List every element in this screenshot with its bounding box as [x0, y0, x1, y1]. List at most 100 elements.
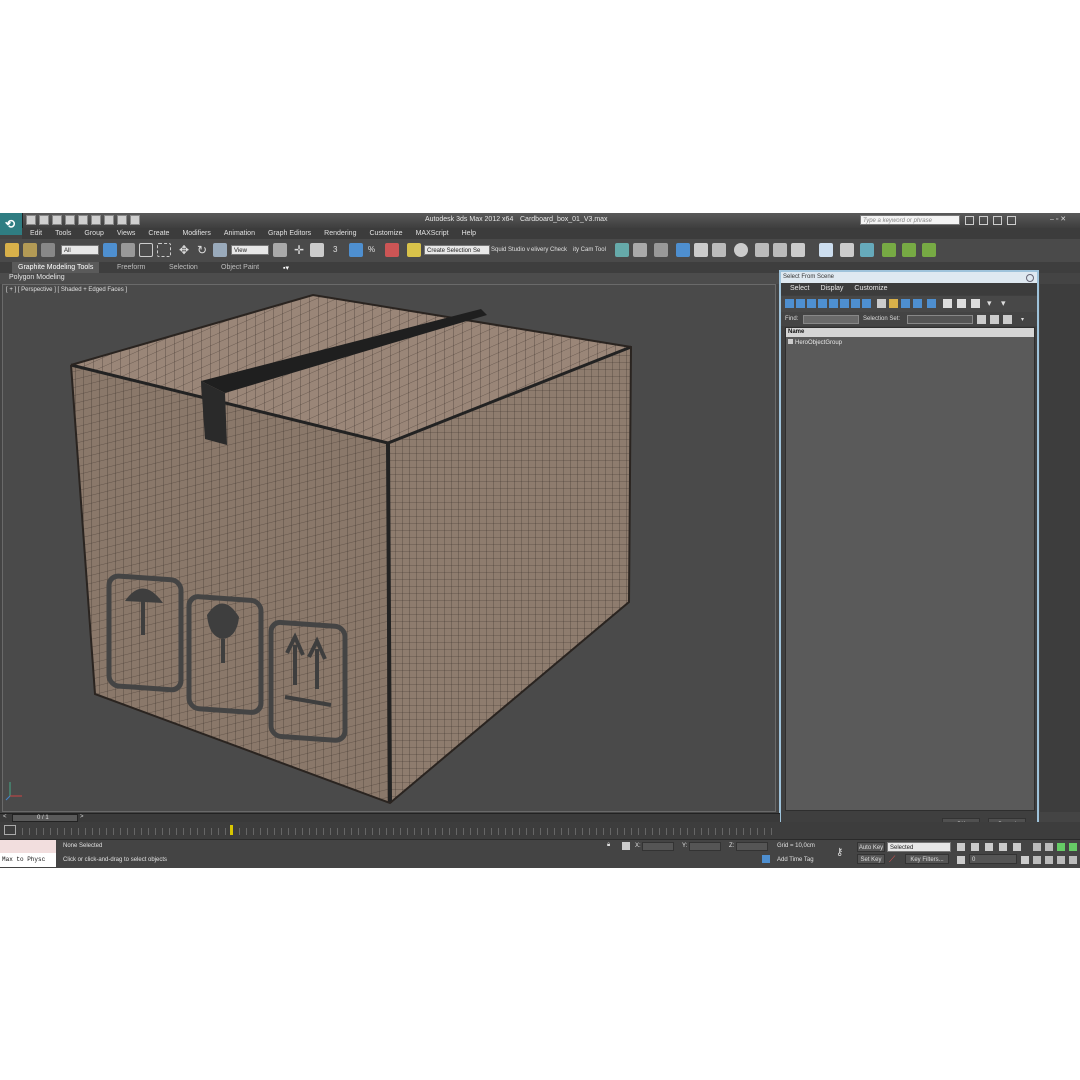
menu-animation[interactable]: Animation — [224, 228, 255, 239]
bind-spacewarp-icon[interactable] — [41, 243, 55, 257]
rendered-frame-icon[interactable] — [773, 243, 787, 257]
auto-key-mode-dropdown[interactable]: Selected — [887, 842, 951, 852]
dialog-menu-select[interactable]: Select — [790, 283, 809, 295]
go-to-end-icon[interactable] — [1013, 843, 1021, 851]
redo-icon[interactable] — [78, 215, 88, 225]
perspective-viewport[interactable] — [2, 284, 776, 812]
lock-selection-icon[interactable]: 🔒︎ — [607, 842, 610, 849]
align-icon[interactable] — [633, 243, 647, 257]
next-frame-icon[interactable] — [999, 843, 1007, 851]
tab-object-paint[interactable]: Object Paint — [221, 264, 259, 271]
default-in-out-tangent-icon[interactable]: ⟋ — [889, 854, 895, 865]
menu-create[interactable]: Create — [148, 228, 169, 239]
unity-cam-tool-button[interactable]: ity Cam Tool — [573, 247, 606, 253]
angle-snap-icon[interactable] — [349, 243, 363, 257]
go-to-start-icon[interactable] — [957, 843, 965, 851]
unlink-icon[interactable] — [23, 243, 37, 257]
menu-customize[interactable]: Customize — [369, 228, 402, 239]
display-containers-icon[interactable] — [889, 299, 898, 308]
reference-coord-dropdown[interactable]: View — [231, 245, 269, 255]
transform-icon[interactable] — [860, 243, 874, 257]
selection-filter-dropdown[interactable]: All — [61, 245, 99, 255]
select-by-name-icon[interactable] — [121, 243, 135, 257]
select-invert-icon[interactable] — [957, 299, 966, 308]
display-groups-icon[interactable] — [851, 299, 860, 308]
render-teapot-icon[interactable] — [791, 243, 805, 257]
cardboard-box-model[interactable] — [3, 285, 775, 811]
time-slider-next-icon[interactable]: > — [80, 814, 84, 820]
display-bones-icon[interactable] — [877, 299, 886, 308]
menu-group[interactable]: Group — [84, 228, 103, 239]
named-selection-dropdown[interactable]: Create Selection Se — [424, 245, 490, 255]
project-icon[interactable] — [91, 215, 101, 225]
keyboard-shortcut-icon[interactable] — [310, 243, 324, 257]
set-key-button[interactable]: Set Key — [857, 854, 885, 864]
selection-set-dropdown[interactable] — [907, 315, 973, 324]
curve-editor-icon[interactable] — [694, 243, 708, 257]
previous-frame-icon[interactable] — [971, 843, 979, 851]
selection-set-remove-icon[interactable] — [1003, 315, 1012, 324]
display-lights-icon[interactable] — [807, 299, 816, 308]
selection-set-add-icon[interactable] — [990, 315, 999, 324]
window2-icon[interactable] — [117, 215, 127, 225]
zoom-all-icon[interactable] — [1045, 843, 1053, 851]
list-item[interactable]: HeroObjectGroup — [788, 339, 842, 346]
display-spacewarps-icon[interactable] — [840, 299, 849, 308]
key-filters-button[interactable]: Key Filters... — [905, 854, 949, 864]
display-geometry-icon[interactable] — [785, 299, 794, 308]
time-configuration-icon[interactable] — [1021, 856, 1029, 864]
star-icon[interactable] — [993, 216, 1002, 225]
polygon-modeling-panel[interactable]: Polygon Modeling — [9, 274, 65, 281]
time-slider-thumb[interactable]: 0 / 1 — [12, 814, 78, 822]
select-none-icon[interactable] — [943, 299, 952, 308]
field-of-view-icon[interactable] — [1033, 856, 1041, 864]
zoom-icon[interactable] — [1033, 843, 1041, 851]
render-setup-icon[interactable] — [755, 243, 769, 257]
material-editor-icon[interactable] — [734, 243, 748, 257]
plugin-icon-3[interactable] — [922, 243, 936, 257]
link-icon[interactable] — [5, 243, 19, 257]
dialog-menu-display[interactable]: Display — [820, 283, 843, 295]
time-tag-icon[interactable] — [762, 855, 770, 863]
display-cameras-icon[interactable] — [818, 299, 827, 308]
group-icon[interactable] — [840, 243, 854, 257]
open-icon[interactable] — [39, 215, 49, 225]
search-input[interactable]: Type a keyword or phrase — [860, 215, 960, 225]
app-logo[interactable]: ⟲ — [0, 213, 23, 235]
save-icon[interactable] — [52, 215, 62, 225]
percent-snap[interactable]: % — [368, 245, 375, 254]
tab-selection[interactable]: Selection — [169, 264, 198, 271]
scale-icon[interactable] — [213, 243, 227, 257]
menu-modifiers[interactable]: Modifiers — [182, 228, 210, 239]
time-slider-prev-icon[interactable]: < — [3, 814, 7, 820]
container-icon[interactable] — [819, 243, 833, 257]
name-column-header[interactable]: Name — [786, 328, 1034, 337]
menu-tools[interactable]: Tools — [55, 228, 71, 239]
rect-selection-icon[interactable] — [139, 243, 153, 257]
rotate-icon[interactable]: ↻ — [195, 243, 209, 257]
toolbar-overflow-icon[interactable]: ▾ — [1021, 316, 1024, 323]
spinner-snap-icon[interactable] — [385, 243, 399, 257]
new-icon[interactable] — [26, 215, 36, 225]
key-mode-icon[interactable] — [957, 856, 965, 864]
y-coordinate-field[interactable] — [689, 842, 721, 851]
selection-set-edit-icon[interactable] — [977, 315, 986, 324]
display-frozen-icon[interactable] — [901, 299, 910, 308]
mini-curve-editor-icon[interactable] — [4, 825, 16, 835]
move-icon[interactable]: ✥ — [177, 243, 191, 257]
squid-studio-button[interactable]: Squid Studio v — [491, 247, 530, 253]
key-marker[interactable] — [230, 825, 233, 835]
window-controls[interactable]: – ▫ ✕ — [1050, 215, 1066, 223]
help-icon[interactable] — [1007, 216, 1016, 225]
menu-maxscript[interactable]: MAXScript — [416, 228, 449, 239]
display-helpers-icon[interactable] — [829, 299, 838, 308]
maxscript-mini-listener[interactable]: Max to Physc — [0, 853, 56, 867]
pan-icon[interactable] — [1045, 856, 1053, 864]
edit-named-selection-icon[interactable] — [407, 243, 421, 257]
graphite-toggle-icon[interactable] — [676, 243, 690, 257]
sync-selection-icon[interactable] — [971, 299, 980, 308]
select-all-icon[interactable] — [927, 299, 936, 308]
pivot-center-icon[interactable] — [273, 243, 287, 257]
filter-options-icon[interactable]: ▾ — [1001, 299, 1010, 308]
tools-icon[interactable] — [979, 216, 988, 225]
